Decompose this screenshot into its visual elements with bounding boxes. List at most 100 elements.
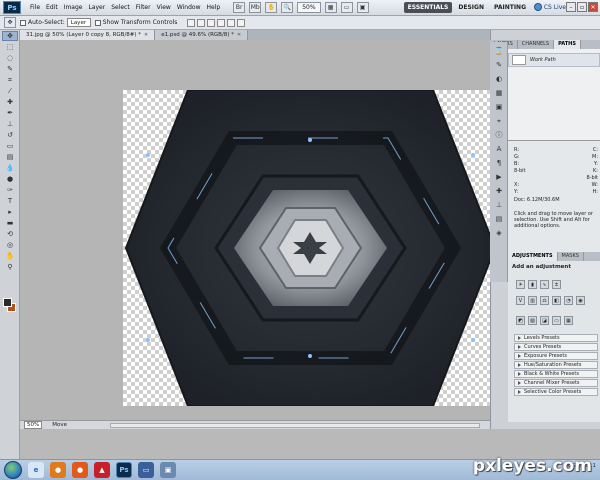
- gradient-tool-icon[interactable]: ▤: [2, 152, 18, 162]
- preset-item[interactable]: Selective Color Presets: [514, 388, 598, 396]
- tab-paths[interactable]: PATHS: [554, 40, 581, 49]
- 3d-orbit-tool-icon[interactable]: ◎: [2, 240, 18, 250]
- black-white-icon[interactable]: ◧: [552, 296, 561, 305]
- align-right-icon[interactable]: [237, 18, 246, 27]
- doc-tab[interactable]: e1.psd @ 49.6% (RGB/8) * ✕: [155, 30, 249, 40]
- dodge-tool-icon[interactable]: ●: [2, 174, 18, 184]
- styles-panel-icon[interactable]: ▣: [493, 102, 505, 112]
- status-zoom-field[interactable]: 50%: [24, 421, 43, 429]
- menu-help[interactable]: Help: [204, 4, 224, 11]
- character-panel-icon[interactable]: A: [493, 144, 505, 154]
- menu-file[interactable]: File: [27, 4, 43, 11]
- horizontal-scrollbar[interactable]: [110, 423, 480, 428]
- healing-brush-tool-icon[interactable]: ✚: [2, 97, 18, 107]
- hand-tool-icon[interactable]: ✋: [2, 251, 18, 261]
- eraser-tool-icon[interactable]: ▭: [2, 141, 18, 151]
- layer-comps-panel-icon[interactable]: ▤: [493, 214, 505, 224]
- close-tab-icon[interactable]: ✕: [144, 32, 148, 38]
- app-icon[interactable]: ▣: [160, 462, 176, 478]
- close-tab-icon[interactable]: ✕: [237, 32, 241, 38]
- pen-tool-icon[interactable]: ✑: [2, 185, 18, 195]
- lasso-tool-icon[interactable]: ◌: [2, 53, 18, 63]
- swatches-panel-icon[interactable]: ▦: [493, 88, 505, 98]
- menu-select[interactable]: Select: [108, 4, 133, 11]
- tool-presets-panel-icon[interactable]: ✚: [493, 186, 505, 196]
- bridge-icon[interactable]: Br: [233, 2, 246, 13]
- preset-item[interactable]: Channel Mixer Presets: [514, 379, 598, 387]
- color-panel-icon[interactable]: ◐: [493, 74, 505, 84]
- arrange-documents-icon[interactable]: ▭: [340, 2, 353, 13]
- preset-item[interactable]: Black & White Presets: [514, 370, 598, 378]
- photoshop-taskbar-icon[interactable]: Ps: [116, 462, 132, 478]
- menu-window[interactable]: Window: [174, 4, 204, 11]
- menu-edit[interactable]: Edit: [43, 4, 61, 11]
- exposure-icon[interactable]: ±: [552, 280, 561, 289]
- photo-filter-icon[interactable]: ◔: [564, 296, 573, 305]
- tab-masks[interactable]: MASKS: [558, 252, 584, 261]
- info-panel-icon[interactable]: ⓘ: [493, 130, 505, 140]
- minimize-icon[interactable]: –: [566, 2, 576, 12]
- channel-mixer-icon[interactable]: ◉: [576, 296, 585, 305]
- 3d-rotate-tool-icon[interactable]: ⟲: [2, 229, 18, 239]
- zoom-tool-icon[interactable]: ⚲: [2, 262, 18, 272]
- acrobat-icon[interactable]: ▲: [94, 462, 110, 478]
- align-middle-icon[interactable]: [197, 18, 206, 27]
- tab-adjustments[interactable]: ADJUSTMENTS: [508, 252, 558, 261]
- workspace-design[interactable]: DESIGN: [454, 2, 488, 13]
- actions-panel-icon[interactable]: ▶: [493, 172, 505, 182]
- menu-view[interactable]: View: [154, 4, 174, 11]
- menu-filter[interactable]: Filter: [133, 4, 154, 11]
- align-center-icon[interactable]: [227, 18, 236, 27]
- align-left-icon[interactable]: [217, 18, 226, 27]
- paragraph-panel-icon[interactable]: ¶: [493, 158, 505, 168]
- brush-panel-icon[interactable]: ✎: [493, 60, 505, 70]
- levels-icon[interactable]: ▮: [528, 280, 537, 289]
- zoom-level-select[interactable]: 50%: [297, 2, 321, 13]
- start-button-icon[interactable]: [4, 461, 22, 479]
- brightness-contrast-icon[interactable]: ☀: [516, 280, 525, 289]
- shape-tool-icon[interactable]: ▬: [2, 218, 18, 228]
- selective-color-icon[interactable]: ▦: [564, 316, 573, 325]
- 3d-panel-icon[interactable]: ◈: [493, 228, 505, 238]
- invert-icon[interactable]: ◩: [516, 316, 525, 325]
- menu-image[interactable]: Image: [61, 4, 86, 11]
- doc-tab-active[interactable]: 31.jpg @ 50% (Layer 0 copy 8, RGB/8#) * …: [20, 30, 156, 40]
- align-bottom-icon[interactable]: [207, 18, 216, 27]
- tab-channels[interactable]: CHANNELS: [518, 40, 555, 49]
- clone-source-panel-icon[interactable]: ⊥: [493, 200, 505, 210]
- auto-select-checkbox[interactable]: [20, 19, 26, 26]
- gradient-map-icon[interactable]: ▭: [552, 316, 561, 325]
- posterize-icon[interactable]: ▧: [528, 316, 537, 325]
- preset-item[interactable]: Hue/Saturation Presets: [514, 361, 598, 369]
- mini-bridge-icon[interactable]: Mb: [249, 2, 262, 13]
- quick-selection-tool-icon[interactable]: ✎: [2, 64, 18, 74]
- navigator-panel-icon[interactable]: ⌖: [493, 116, 505, 126]
- preset-item[interactable]: Levels Presets: [514, 334, 598, 342]
- clone-stamp-tool-icon[interactable]: ⊥: [2, 119, 18, 129]
- preset-item[interactable]: Exposure Presets: [514, 352, 598, 360]
- vibrance-icon[interactable]: V: [516, 296, 525, 305]
- screen-mode-icon[interactable]: ▣: [356, 2, 369, 13]
- document-canvas[interactable]: [123, 90, 491, 406]
- hue-saturation-icon[interactable]: ▥: [528, 296, 537, 305]
- hand-icon[interactable]: ✋: [265, 2, 278, 13]
- marquee-tool-icon[interactable]: ⬚: [2, 42, 18, 52]
- maximize-icon[interactable]: ▫: [577, 2, 587, 12]
- eyedropper-tool-icon[interactable]: ⁄: [2, 86, 18, 96]
- firefox-icon-2[interactable]: ●: [72, 462, 88, 478]
- auto-select-dropdown[interactable]: Layer: [66, 18, 91, 27]
- show-transform-checkbox[interactable]: [94, 19, 101, 26]
- curves-icon[interactable]: ∿: [540, 280, 549, 289]
- foreground-color-swatch[interactable]: [3, 298, 12, 307]
- align-top-icon[interactable]: [187, 18, 196, 27]
- workspace-essentials[interactable]: ESSENTIALS: [403, 2, 453, 13]
- close-icon[interactable]: ✕: [588, 2, 598, 12]
- preset-item[interactable]: Curves Presets: [514, 343, 598, 351]
- threshold-icon[interactable]: ◪: [540, 316, 549, 325]
- history-panel-icon[interactable]: ⌛: [493, 46, 505, 56]
- internet-explorer-icon[interactable]: e: [28, 462, 44, 478]
- move-tool-icon[interactable]: ✥: [2, 31, 18, 41]
- history-brush-tool-icon[interactable]: ↺: [2, 130, 18, 140]
- blur-tool-icon[interactable]: 💧: [2, 163, 18, 173]
- move-tool-preset-icon[interactable]: ✥: [4, 17, 16, 28]
